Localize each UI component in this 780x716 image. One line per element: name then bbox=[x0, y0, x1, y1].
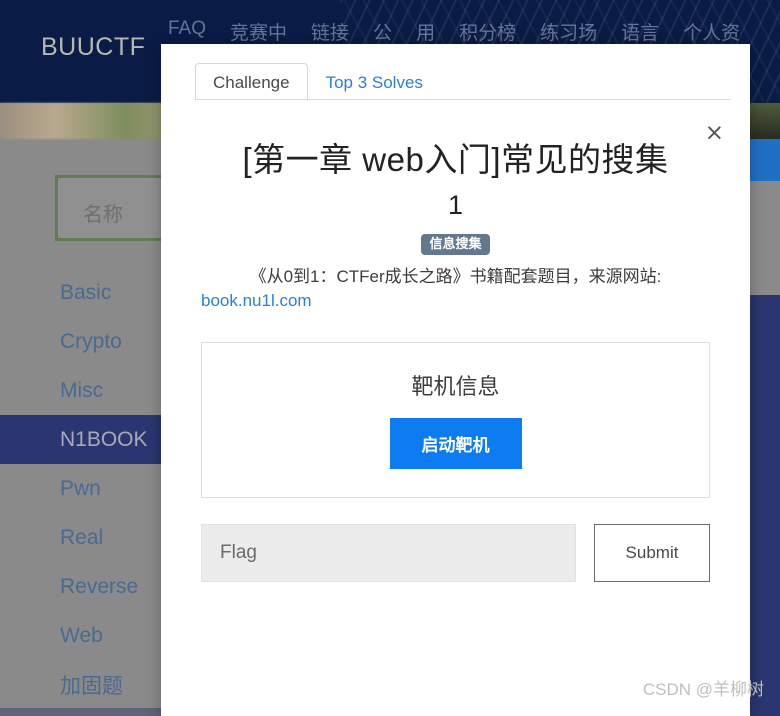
challenge-modal: Challenge Top 3 Solves × [第一章 web入门]常见的搜… bbox=[161, 44, 750, 716]
sidebar-item-crypto[interactable]: Crypto bbox=[0, 317, 161, 366]
submit-flag-button[interactable]: Submit bbox=[594, 524, 710, 583]
background-right-banner bbox=[750, 103, 780, 139]
sidebar-search-box[interactable]: 名称 bbox=[55, 175, 175, 241]
target-machine-panel: 靶机信息 启动靶机 bbox=[201, 342, 710, 499]
sidebar-item-n1book[interactable]: N1BOOK bbox=[0, 415, 161, 464]
start-target-machine-button[interactable]: 启动靶机 bbox=[389, 418, 522, 470]
background-right-accent bbox=[750, 139, 780, 181]
app-root: BUUCTF FAQ 竞赛中 链接 公 用 积分榜 练习场 语言 个人资 名称 … bbox=[0, 0, 780, 716]
site-brand-logo[interactable]: BUUCTF bbox=[41, 33, 145, 62]
sidebar-category-list: Basic Crypto Misc N1BOOK Pwn Real Revers… bbox=[0, 268, 161, 709]
challenge-points: 1 bbox=[447, 189, 464, 220]
sidebar-item-real[interactable]: Real bbox=[0, 513, 161, 562]
close-icon[interactable]: × bbox=[705, 122, 724, 145]
challenge-source-link[interactable]: book.nu1l.com bbox=[201, 291, 710, 311]
modal-tab-bar: Challenge Top 3 Solves bbox=[161, 44, 750, 101]
sidebar-item-misc[interactable]: Misc bbox=[0, 366, 161, 415]
challenge-category-tag: 信息搜集 bbox=[421, 233, 490, 256]
background-right-card[interactable] bbox=[750, 295, 780, 716]
site-nav[interactable]: FAQ 竞赛中 链接 公 用 积分榜 练习场 语言 个人资 bbox=[168, 18, 740, 45]
sidebar-search-placeholder: 名称 bbox=[83, 204, 123, 226]
sidebar-item-pwn[interactable]: Pwn bbox=[0, 464, 161, 513]
sidebar-item-web[interactable]: Web bbox=[0, 611, 161, 660]
nav-item-use[interactable]: 用 bbox=[416, 18, 435, 45]
nav-item-faq[interactable]: FAQ bbox=[168, 18, 206, 45]
challenge-title: [第一章 web入门]常见的搜集 bbox=[242, 141, 669, 178]
challenge-description: 《从0到1：CTFer成长之路》书籍配套题目，来源网站: bbox=[249, 267, 662, 287]
flag-input[interactable] bbox=[201, 524, 576, 583]
tab-bar-divider bbox=[195, 99, 730, 100]
nav-item-profile[interactable]: 个人资 bbox=[683, 18, 740, 45]
tab-challenge[interactable]: Challenge bbox=[195, 63, 308, 101]
target-machine-title: 靶机信息 bbox=[411, 374, 500, 400]
flag-submit-row: Submit bbox=[201, 524, 710, 583]
nav-item-public[interactable]: 公 bbox=[373, 18, 392, 45]
nav-item-links[interactable]: 链接 bbox=[311, 18, 349, 45]
tab-top-3-solves[interactable]: Top 3 Solves bbox=[308, 63, 441, 101]
modal-body: [第一章 web入门]常见的搜集 1 信息搜集 《从0到1：CTFer成长之路》… bbox=[161, 138, 750, 583]
sidebar-item-basic[interactable]: Basic bbox=[0, 268, 161, 317]
nav-item-scoreboard[interactable]: 积分榜 bbox=[459, 18, 516, 45]
nav-item-contest[interactable]: 竞赛中 bbox=[230, 18, 287, 45]
nav-item-practice[interactable]: 练习场 bbox=[540, 18, 597, 45]
sidebar-item-reverse[interactable]: Reverse bbox=[0, 562, 161, 611]
nav-item-language[interactable]: 语言 bbox=[621, 18, 659, 45]
